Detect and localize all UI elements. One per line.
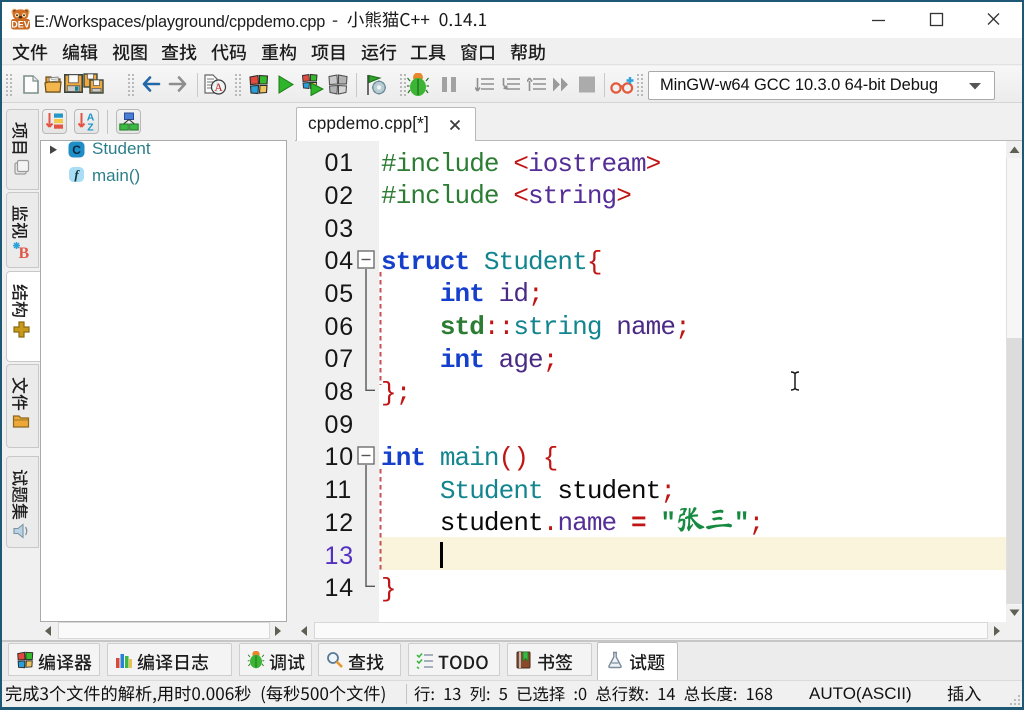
svg-text:C: C: [72, 143, 81, 157]
svg-text:A: A: [214, 82, 223, 94]
svg-text:DEV: DEV: [11, 20, 30, 30]
svg-text:B: B: [19, 245, 30, 259]
svg-text:Z: Z: [87, 122, 94, 133]
